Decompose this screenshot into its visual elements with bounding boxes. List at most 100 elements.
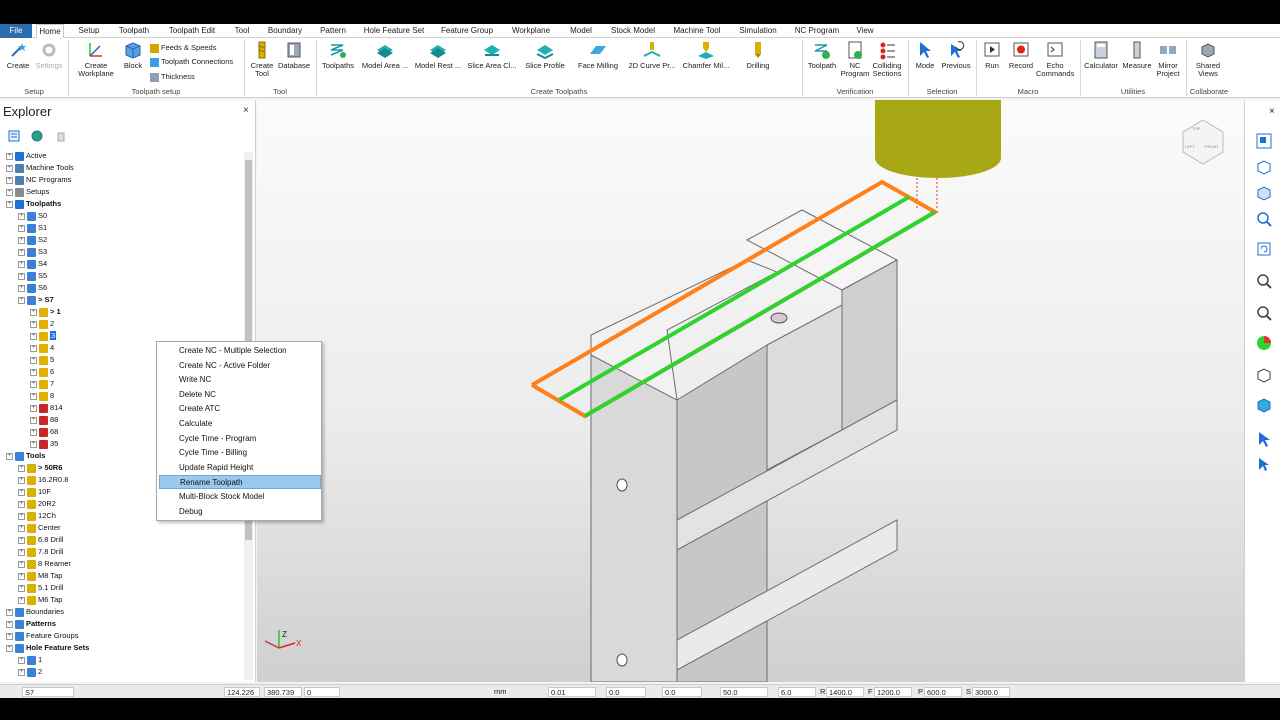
context-menu-item[interactable]: Create ATC — [159, 402, 321, 416]
tree-view-icon[interactable] — [8, 130, 20, 142]
create-workplane-button[interactable]: Create Workplane — [72, 40, 120, 78]
tree-item[interactable]: + S6 — [18, 282, 47, 294]
face-milling-button[interactable]: Face Milling — [574, 40, 622, 70]
record-macro-button[interactable]: Record — [1006, 40, 1036, 70]
tree-expand-icon[interactable]: + — [18, 236, 25, 244]
feed-rate-field[interactable]: 1200.0 — [874, 687, 912, 697]
tree-item[interactable]: +6.8 Drill — [18, 534, 63, 546]
tree-expand-icon[interactable]: + — [6, 152, 13, 160]
tree-item[interactable]: + Setups — [6, 186, 49, 198]
tree-expand-icon[interactable]: + — [6, 452, 13, 460]
tree-expand-icon[interactable]: + — [18, 272, 25, 280]
curve-2d-button[interactable]: 2D Curve Pr... — [626, 40, 678, 70]
selection-mode-button[interactable]: Mode — [910, 40, 940, 70]
tree-item[interactable]: + M8 Tap — [18, 570, 62, 582]
tree-item[interactable]: + Hole Feature Sets — [6, 642, 89, 654]
tree-item[interactable]: + Machine Tools — [6, 162, 74, 174]
tab-pattern[interactable]: Pattern — [316, 24, 350, 38]
tab-nc-program[interactable]: NC Program — [792, 24, 842, 38]
z-coordinate-field[interactable]: 0 — [304, 687, 340, 697]
context-menu-item[interactable]: Calculate — [159, 417, 321, 431]
tree-item[interactable]: +2 — [30, 318, 54, 330]
tree-item[interactable]: +7.8 Drill — [18, 546, 63, 558]
shared-views-button[interactable]: Shared Views — [1188, 40, 1228, 78]
context-menu-item[interactable]: Rename Toolpath — [159, 475, 321, 490]
tree-item[interactable]: + S0 — [18, 210, 47, 222]
tree-expand-icon[interactable]: + — [18, 584, 25, 592]
tree-expand-icon[interactable]: + — [30, 428, 37, 436]
tree-expand-icon[interactable]: + — [30, 380, 37, 388]
tree-expand-icon[interactable]: + — [30, 368, 37, 376]
tab-model[interactable]: Model — [566, 24, 596, 38]
tree-expand-icon[interactable]: + — [18, 212, 25, 220]
verify-nc-program-button[interactable]: NC Program — [840, 40, 870, 78]
previous-selection-button[interactable]: Previous — [940, 40, 972, 70]
tree-expand-icon[interactable]: + — [30, 320, 37, 328]
tree-expand-icon[interactable]: + — [6, 632, 13, 640]
colliding-sections-button[interactable]: Colliding Sections — [870, 40, 904, 78]
slice-profile-button[interactable]: Slice Profile — [520, 40, 570, 70]
undo-select-icon[interactable] — [1255, 454, 1273, 472]
y-coordinate-field[interactable]: 380.739 — [264, 687, 302, 697]
trash-icon[interactable] — [55, 130, 67, 142]
tree-expand-icon[interactable]: + — [18, 464, 25, 472]
drilling-button[interactable]: Drilling — [736, 40, 780, 70]
tab-hole-feature-set[interactable]: Hole Feature Set — [360, 24, 428, 38]
view-shaded-cube-icon[interactable] — [1255, 184, 1273, 202]
tree-expand-icon[interactable]: + — [30, 332, 37, 340]
context-menu-item[interactable]: Cycle Time - Billing — [159, 446, 321, 460]
shaded-icon[interactable] — [1255, 396, 1273, 414]
tree-item[interactable]: +20R2 — [18, 498, 56, 510]
feeds-speeds-button[interactable]: Feeds & Speeds — [150, 43, 216, 53]
thickness-field[interactable]: 0.0 — [606, 687, 646, 697]
tab-toolpath-edit[interactable]: Toolpath Edit — [164, 24, 220, 38]
tree-item[interactable]: + S5 — [18, 270, 47, 282]
tree-item[interactable]: + S1 — [18, 222, 47, 234]
tree-item[interactable]: +16.2R0.8 — [18, 474, 68, 486]
tab-feature-group[interactable]: Feature Group — [438, 24, 496, 38]
tree-item[interactable]: +12Ch — [18, 510, 56, 522]
x-coordinate-field[interactable]: 124.226 — [224, 687, 260, 697]
tree-item[interactable]: + M6 Tap — [18, 594, 62, 606]
tree-item[interactable]: + S3 — [18, 246, 47, 258]
tree-expand-icon[interactable]: + — [30, 308, 37, 316]
tree-item[interactable]: + S4 — [18, 258, 47, 270]
tree-expand-icon[interactable]: + — [18, 224, 25, 232]
tree-expand-icon[interactable]: + — [30, 416, 37, 424]
chamfer-button[interactable]: Chamfer Mil... — [680, 40, 732, 70]
tree-expand-icon[interactable]: + — [18, 524, 25, 532]
model-rest-button[interactable]: Model Rest ... — [412, 40, 464, 70]
tree-expand-icon[interactable]: + — [18, 512, 25, 520]
view-cube[interactable] — [1182, 119, 1224, 165]
refresh-view-icon[interactable] — [1255, 240, 1273, 258]
tree-item[interactable]: +68 — [30, 426, 58, 438]
tree-item[interactable]: + NC Programs — [6, 174, 71, 186]
tree-expand-icon[interactable]: + — [6, 200, 13, 208]
tree-item[interactable]: +2 — [18, 666, 42, 678]
model-area-button[interactable]: Model Area ... — [360, 40, 410, 70]
create-button[interactable]: Create — [4, 40, 32, 70]
tree-item[interactable]: +814 — [30, 402, 63, 414]
tree-item[interactable]: +7 — [30, 378, 54, 390]
tree-expand-icon[interactable]: + — [30, 440, 37, 448]
tree-item[interactable]: + Patterns — [6, 618, 56, 630]
tab-setup[interactable]: Setup — [74, 24, 104, 38]
toolpaths-button[interactable]: Toolpaths — [318, 40, 358, 70]
tab-boundary[interactable]: Boundary — [264, 24, 306, 38]
tree-item[interactable]: +5 — [30, 354, 54, 366]
context-menu-item[interactable]: Delete NC — [159, 388, 321, 402]
mirror-project-button[interactable]: Mirror Project — [1154, 40, 1182, 78]
context-menu-item[interactable]: Debug — [159, 505, 321, 519]
tab-toolpath[interactable]: Toolpath — [114, 24, 154, 38]
tree-expand-icon[interactable]: + — [18, 260, 25, 268]
slice-area-button[interactable]: Slice Area Cl... — [466, 40, 518, 70]
block-button[interactable]: Block — [120, 40, 146, 70]
tree-item[interactable]: + Center — [18, 522, 61, 534]
stepover-field[interactable]: 6.0 — [778, 687, 816, 697]
zoom-fit-icon[interactable] — [1255, 272, 1273, 290]
tree-item[interactable]: + Boundaries — [6, 606, 64, 618]
tree-item[interactable]: +5.1 Drill — [18, 582, 63, 594]
tree-expand-icon[interactable]: + — [6, 620, 13, 628]
view-iso-icon[interactable] — [1255, 132, 1273, 150]
tree-item[interactable]: + Active — [6, 150, 46, 162]
